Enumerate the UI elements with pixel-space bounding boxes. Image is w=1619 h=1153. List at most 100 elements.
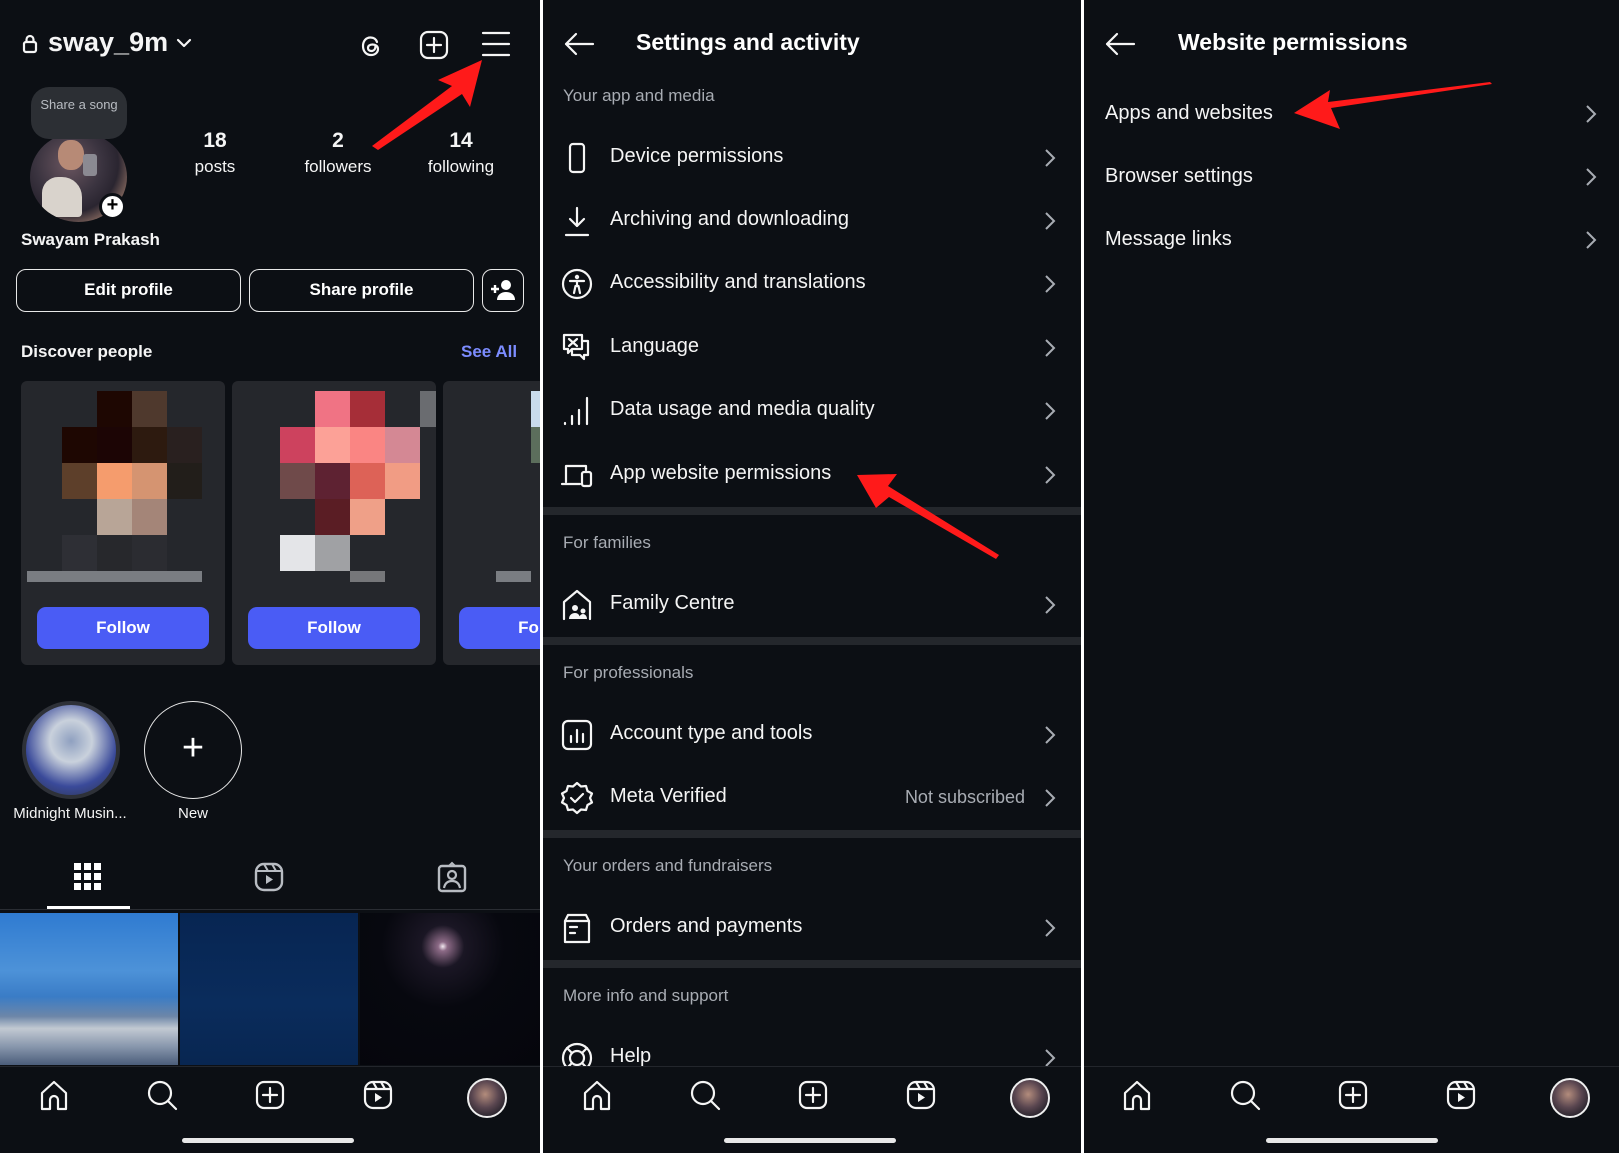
edit-profile-button[interactable]: Edit profile [16, 269, 241, 312]
settings-item-orders-payments[interactable]: Orders and payments [543, 899, 1081, 955]
chevron-right-icon [1044, 918, 1056, 938]
website-permissions-screen: Website permissions Apps and websites Br… [1084, 0, 1619, 1153]
meta-verified-status: Not subscribed [904, 787, 1025, 807]
highlight-midnight-musings[interactable] [22, 701, 120, 799]
home-icon[interactable] [581, 1079, 613, 1111]
create-icon[interactable] [254, 1079, 286, 1111]
full-name: Swayam Prakash [21, 230, 160, 249]
profile-avatar[interactable] [467, 1078, 507, 1118]
search-icon[interactable] [689, 1079, 721, 1111]
section-header: Your orders and fundraisers [563, 856, 773, 875]
stat-followers[interactable]: 2 followers [283, 129, 393, 177]
discover-people-button[interactable] [482, 269, 524, 312]
home-indicator [1266, 1138, 1438, 1143]
new-highlight-button[interactable]: + [144, 701, 242, 799]
chevron-right-icon [1585, 230, 1597, 250]
chevron-right-icon [1044, 1048, 1056, 1066]
settings-item-help[interactable]: Help [543, 1029, 1081, 1066]
note-bubble[interactable]: Share a song [31, 87, 127, 139]
threads-icon[interactable] [355, 30, 387, 62]
create-icon[interactable] [1337, 1079, 1369, 1111]
devices-icon [560, 458, 594, 492]
chevron-right-icon [1585, 104, 1597, 124]
section-separator [543, 637, 1081, 645]
chevron-right-icon [1044, 595, 1056, 615]
add-story-plus-icon[interactable]: + [99, 193, 126, 220]
lifebuoy-icon [560, 1041, 594, 1066]
settings-screen: Settings and activity Your app and media… [543, 0, 1081, 1153]
profile-screen: sway_9m Share a song + 18 posts 2 follow… [0, 0, 540, 1153]
lock-icon [22, 34, 38, 54]
section-header: For families [563, 533, 651, 552]
chevron-right-icon [1044, 725, 1056, 745]
highlight-label: Midnight Musin... [13, 805, 127, 822]
profile-avatar[interactable] [1010, 1078, 1050, 1118]
section-separator [543, 830, 1081, 838]
settings-item-account-type[interactable]: Account type and tools [543, 706, 1081, 762]
home-indicator [724, 1138, 896, 1143]
share-profile-button[interactable]: Share profile [249, 269, 474, 312]
person-add-icon [491, 279, 515, 301]
phone-icon [560, 141, 594, 175]
settings-item-meta-verified[interactable]: Meta Verified Not subscribed [543, 769, 1081, 825]
search-icon[interactable] [1229, 1079, 1261, 1111]
item-message-links[interactable]: Message links [1084, 211, 1619, 267]
settings-item-device-permissions[interactable]: Device permissions [543, 129, 1081, 185]
create-icon[interactable] [797, 1079, 829, 1111]
stat-posts[interactable]: 18 posts [160, 129, 270, 177]
section-separator [543, 507, 1081, 515]
suggestion-card[interactable]: Follow [443, 381, 540, 665]
home-icon[interactable] [38, 1079, 70, 1111]
back-arrow-icon[interactable] [1104, 32, 1136, 56]
home-icon[interactable] [1121, 1079, 1153, 1111]
signal-icon [560, 394, 594, 428]
chart-icon [560, 718, 594, 752]
see-all-link[interactable]: See All [461, 342, 517, 362]
post-thumbnail[interactable] [180, 913, 358, 1065]
back-arrow-icon[interactable] [563, 32, 595, 56]
reels-icon[interactable] [905, 1079, 937, 1111]
suggestion-card[interactable]: Follow [21, 381, 225, 665]
item-apps-and-websites[interactable]: Apps and websites [1084, 85, 1619, 141]
chevron-right-icon [1044, 788, 1056, 808]
language-icon [560, 331, 594, 365]
follow-button[interactable]: Follow [248, 607, 420, 649]
stat-following[interactable]: 14 following [406, 129, 516, 177]
reels-icon[interactable] [1445, 1079, 1477, 1111]
verified-badge-icon [560, 781, 594, 815]
follow-button[interactable]: Follow [37, 607, 209, 649]
reels-icon[interactable] [362, 1079, 394, 1111]
settings-item-data-usage[interactable]: Data usage and media quality [543, 382, 1081, 438]
settings-item-app-website-permissions[interactable]: App website permissions [543, 446, 1081, 502]
follow-button[interactable]: Follow [459, 607, 540, 649]
menu-icon[interactable] [481, 30, 511, 58]
section-header: Your app and media [563, 86, 715, 105]
post-thumbnail[interactable] [360, 913, 540, 1065]
section-header: For professionals [563, 663, 694, 682]
settings-item-accessibility[interactable]: Accessibility and translations [543, 255, 1081, 311]
tagged-icon[interactable] [437, 861, 467, 893]
settings-item-language[interactable]: Language [543, 319, 1081, 375]
family-home-icon [560, 588, 594, 622]
chevron-right-icon [1044, 211, 1056, 231]
item-browser-settings[interactable]: Browser settings [1084, 148, 1619, 204]
chevron-right-icon [1585, 167, 1597, 187]
chevron-right-icon [1044, 274, 1056, 294]
profile-avatar[interactable] [1550, 1078, 1590, 1118]
highlight-label: New [177, 805, 208, 822]
grid-icon[interactable] [74, 863, 101, 890]
settings-item-family-centre[interactable]: Family Centre [543, 576, 1081, 632]
divider [0, 1066, 540, 1067]
settings-item-archiving[interactable]: Archiving and downloading [543, 192, 1081, 248]
reels-tab-icon[interactable] [254, 862, 284, 892]
plus-icon: + [181, 727, 205, 769]
username[interactable]: sway_9m [48, 27, 168, 58]
account-switch-chevron-icon[interactable] [176, 38, 192, 48]
home-indicator [182, 1138, 354, 1143]
search-icon[interactable] [146, 1079, 178, 1111]
page-title: Website permissions [1178, 29, 1408, 55]
create-icon[interactable] [418, 29, 450, 61]
suggestion-card[interactable]: Follow [232, 381, 436, 665]
chevron-right-icon [1044, 148, 1056, 168]
post-thumbnail[interactable] [0, 913, 178, 1065]
